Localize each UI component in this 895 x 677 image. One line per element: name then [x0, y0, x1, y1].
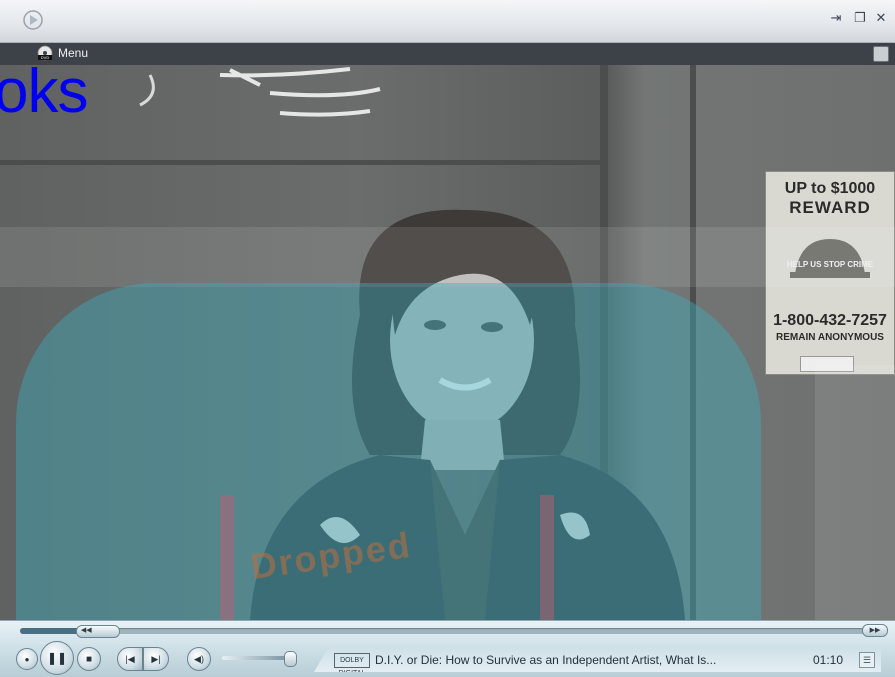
menu-bar: DVD Menu	[0, 43, 895, 65]
poster-line: 1-800-432-7257	[773, 312, 887, 329]
volume-thumb[interactable]	[284, 651, 298, 667]
overlay-bar	[220, 495, 234, 620]
previous-icon[interactable]: |◀	[117, 647, 143, 671]
volume-slider[interactable]	[222, 651, 298, 667]
volume-icon[interactable]: ◀)	[187, 647, 211, 671]
playback-controls: ◀◀ ▶▶ ● ❚❚ ■ |◀ ▶| ◀) DOLBY DIGITAL D.I.…	[0, 620, 895, 677]
seek-bar[interactable]: ◀◀	[20, 625, 885, 638]
switch-to-compact-mode-icon[interactable]	[873, 46, 889, 62]
poster-line: UP to $1000	[784, 180, 876, 197]
graffiti	[139, 67, 381, 117]
stop-square-icon[interactable]: ■	[77, 647, 101, 671]
fast-forward-button[interactable]: ▶▶	[862, 624, 888, 637]
pin-icon[interactable]: ⇥	[828, 10, 844, 26]
poster-line: REWARD	[789, 198, 871, 217]
visualization-overlay	[16, 283, 761, 620]
overlay-bar	[540, 495, 554, 620]
restore-icon[interactable]: ❐	[852, 10, 868, 26]
close-icon[interactable]: ✕	[873, 10, 889, 26]
video-seam	[0, 160, 600, 165]
media-player-window: ⇥ ❐ ✕ DVD Menu UP to $1000 REWARD HELP U…	[0, 0, 895, 677]
svg-text:DVD: DVD	[41, 55, 50, 60]
now-playing-title: D.I.Y. or Die: How to Survive as an Inde…	[375, 653, 717, 667]
menu-button[interactable]: Menu	[58, 46, 88, 60]
elapsed-time: 01:10	[813, 653, 844, 667]
poster-line: REMAIN ANONYMOUS	[776, 332, 884, 343]
dolby-logo: DOLBY DIGITAL	[334, 653, 370, 672]
overlay-band	[0, 227, 895, 287]
title-bar[interactable]: ⇥ ❐ ✕	[0, 0, 895, 43]
overlay-panel	[815, 365, 895, 620]
dvd-icon: DVD	[37, 45, 53, 61]
stop-icon[interactable]: ●	[16, 648, 38, 670]
rewind-icon[interactable]: ◀◀	[81, 626, 92, 634]
next-icon[interactable]: ▶|	[143, 647, 169, 671]
quick-access-menu-icon[interactable]: ☰	[859, 652, 875, 668]
video-display[interactable]: UP to $1000 REWARD HELP US STOP CRIME 1-…	[0, 65, 895, 620]
media-player-logo-icon	[23, 10, 43, 30]
overlay-text: oks	[0, 65, 88, 126]
pause-icon[interactable]: ❚❚	[40, 641, 74, 675]
seek-thumb[interactable]: ◀◀	[75, 625, 120, 638]
now-playing-panel: DOLBY DIGITAL D.I.Y. or Die: How to Surv…	[314, 648, 881, 672]
